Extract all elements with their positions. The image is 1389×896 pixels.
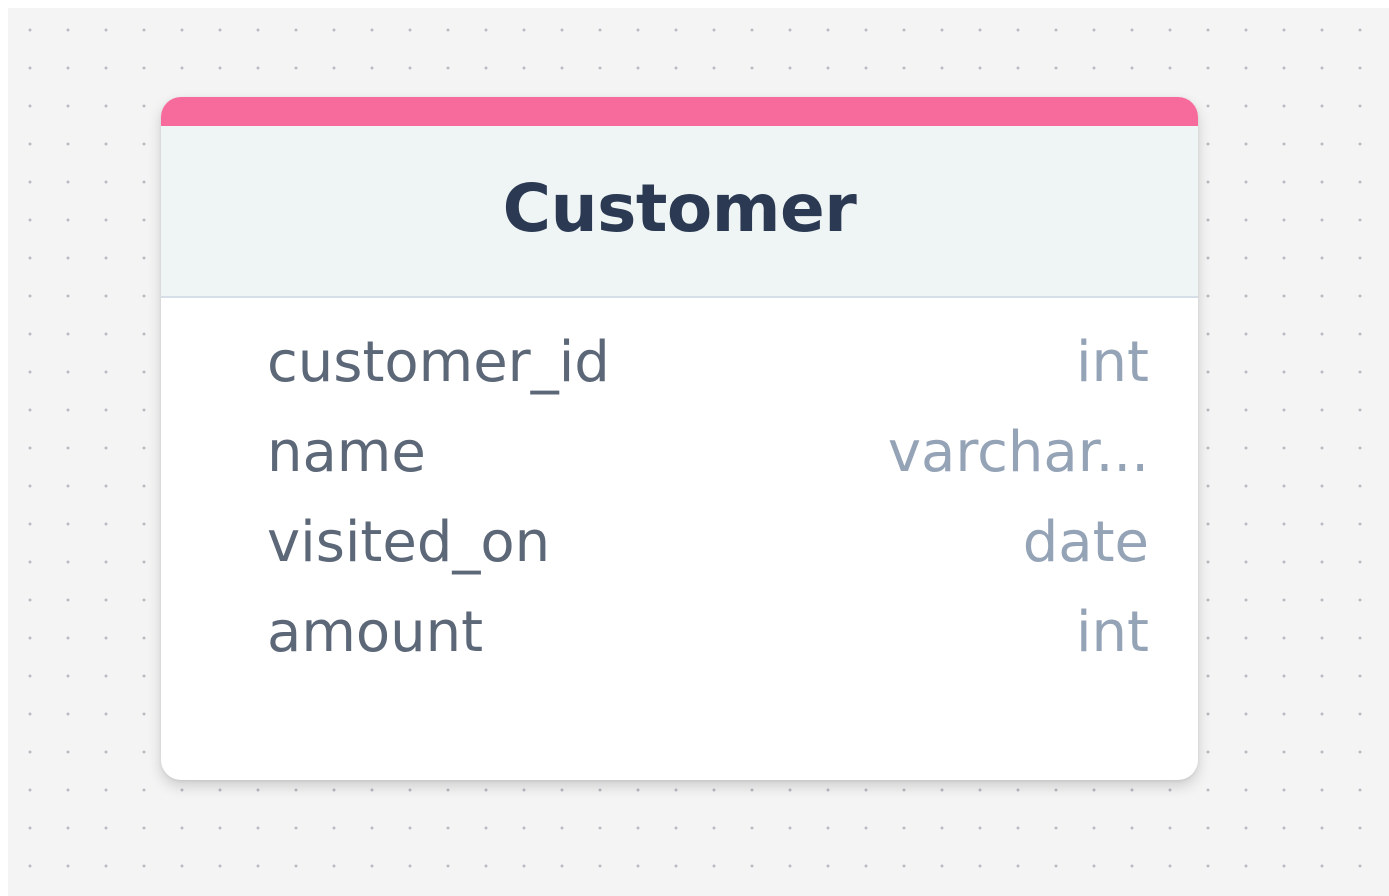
table-title: Customer <box>502 169 857 247</box>
column-name: amount <box>267 599 484 665</box>
column-name: customer_id <box>267 329 610 395</box>
column-name: name <box>267 419 426 485</box>
column-row[interactable]: amount int <box>161 575 1198 689</box>
column-type: int <box>1075 329 1149 395</box>
column-name: visited_on <box>267 509 551 575</box>
table-node-customer[interactable]: Customer customer_id int name varchar...… <box>161 97 1198 780</box>
column-type: date <box>1022 509 1149 575</box>
column-type: varchar... <box>887 419 1149 485</box>
column-list: customer_id int name varchar... visited_… <box>161 305 1198 689</box>
table-accent-bar <box>161 97 1198 126</box>
diagram-canvas[interactable]: Customer customer_id int name varchar...… <box>8 8 1389 896</box>
column-type: int <box>1075 599 1149 665</box>
table-header[interactable]: Customer <box>161 126 1198 298</box>
